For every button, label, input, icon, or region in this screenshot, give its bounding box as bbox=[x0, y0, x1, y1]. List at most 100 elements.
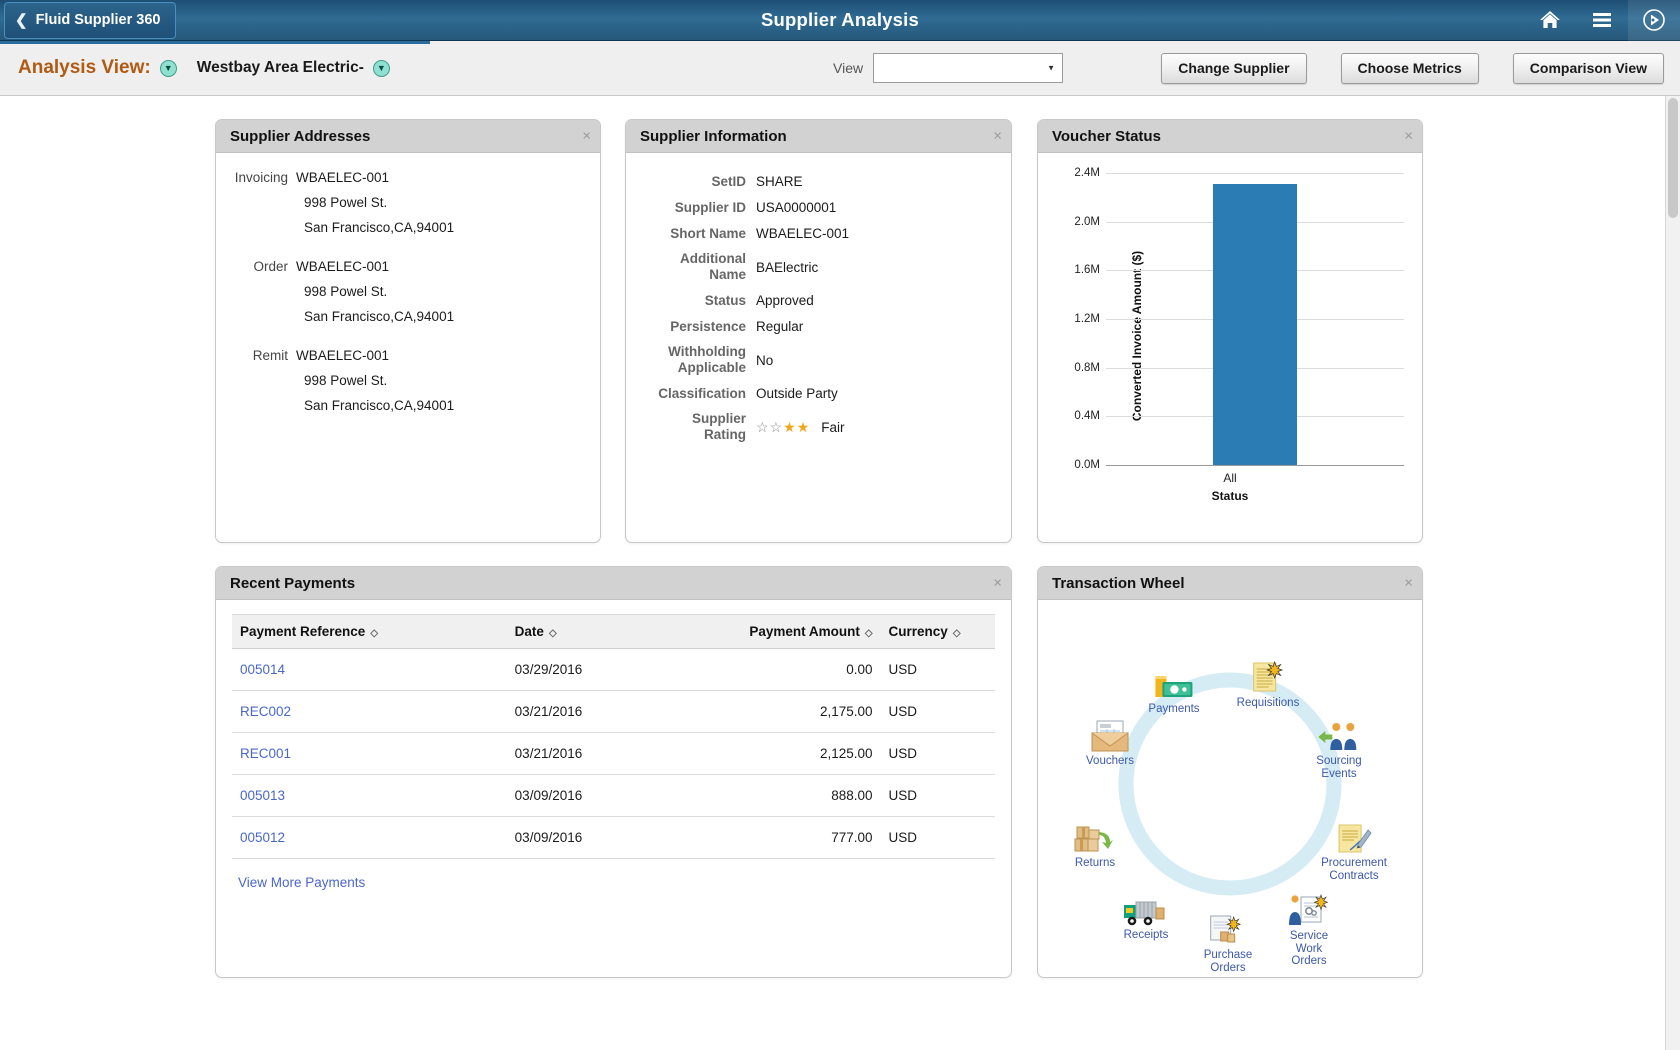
info-label: Status bbox=[640, 292, 756, 309]
sort-arrows-icon[interactable]: ◇ bbox=[865, 628, 873, 639]
close-icon[interactable]: × bbox=[1404, 576, 1413, 591]
info-value: USA0000001 bbox=[756, 200, 836, 215]
hamburger-menu-icon[interactable] bbox=[1576, 0, 1628, 41]
payments-table: Payment Reference◇ Date◇ Payment Amount◇… bbox=[232, 614, 995, 859]
sort-arrows-icon[interactable]: ◇ bbox=[370, 628, 378, 639]
view-select[interactable] bbox=[873, 53, 1063, 83]
column-header-date[interactable]: Date◇ bbox=[507, 615, 698, 649]
navbar-compass-icon[interactable] bbox=[1628, 0, 1680, 41]
change-supplier-button[interactable]: Change Supplier bbox=[1161, 53, 1306, 84]
wheel-node-label: Receipts bbox=[1122, 929, 1170, 942]
scrollbar-thumb[interactable] bbox=[1668, 98, 1678, 218]
info-row-supplier-rating: Supplier Rating ☆ ☆ ★ ★ Fair bbox=[640, 411, 997, 443]
column-header-payment-amount[interactable]: Payment Amount◇ bbox=[697, 615, 880, 649]
info-row: Status Approved bbox=[640, 292, 997, 309]
service-worker-icon bbox=[1287, 891, 1331, 929]
address-block: Remit WBAELEC-001 998 Powel St. San Fran… bbox=[230, 343, 586, 418]
wheel-node-procurement-contracts[interactable]: Procurement Contracts bbox=[1321, 818, 1387, 882]
panel-body: Payments bbox=[1038, 600, 1422, 967]
cell-currency: USD bbox=[881, 733, 995, 775]
address-city: San Francisco,CA,94001 bbox=[304, 215, 586, 240]
chart-bar[interactable] bbox=[1213, 184, 1296, 465]
panel-body: SetID SHARE Supplier ID USA0000001 Short… bbox=[626, 153, 1011, 464]
sort-arrows-icon[interactable]: ◇ bbox=[549, 628, 557, 639]
table-row: REC002 03/21/2016 2,175.00 USD bbox=[232, 691, 995, 733]
panel-title-transaction-wheel: Transaction Wheel bbox=[1052, 575, 1185, 592]
rating-group: ☆ ☆ ★ ★ Fair bbox=[756, 419, 845, 436]
panel-title-supplier-information: Supplier Information bbox=[640, 128, 787, 145]
wheel-node-label: Vouchers bbox=[1086, 755, 1134, 768]
info-row: Withholding Applicable No bbox=[640, 344, 997, 376]
info-row: Supplier ID USA0000001 bbox=[640, 199, 997, 216]
wheel-node-receipts[interactable]: Receipts bbox=[1122, 890, 1170, 942]
column-header-payment-reference[interactable]: Payment Reference◇ bbox=[232, 615, 507, 649]
view-more-payments-link[interactable]: View More Payments bbox=[238, 875, 365, 890]
chart-y-tick-label: 0.4M bbox=[1074, 410, 1100, 422]
back-button[interactable]: ❮ Fluid Supplier 360 bbox=[4, 2, 176, 39]
cell-date: 03/29/2016 bbox=[507, 649, 698, 691]
wheel-node-returns[interactable]: Returns bbox=[1073, 818, 1117, 870]
payment-reference-link[interactable]: 005012 bbox=[240, 830, 285, 845]
column-header-currency[interactable]: Currency◇ bbox=[881, 615, 995, 649]
payment-reference-link[interactable]: 005013 bbox=[240, 788, 285, 803]
back-chevron-icon: ❮ bbox=[15, 13, 28, 28]
cell-payment-reference: REC002 bbox=[232, 691, 507, 733]
cell-currency: USD bbox=[881, 691, 995, 733]
voucher-envelope-icon bbox=[1086, 716, 1134, 754]
payment-reference-link[interactable]: 005014 bbox=[240, 662, 285, 677]
sort-arrows-icon[interactable]: ◇ bbox=[953, 628, 961, 639]
panel-header: Supplier Addresses × bbox=[216, 120, 600, 153]
address-row: Invoicing WBAELEC-001 bbox=[230, 165, 586, 190]
wheel-node-payments[interactable]: Payments bbox=[1148, 664, 1199, 716]
requisition-document-icon bbox=[1237, 658, 1300, 696]
close-icon[interactable]: × bbox=[993, 576, 1002, 591]
table-row: 005014 03/29/2016 0.00 USD bbox=[232, 649, 995, 691]
panel-recent-payments: Recent Payments × Payment Reference◇ Dat… bbox=[215, 566, 1012, 978]
table-row: 005013 03/09/2016 888.00 USD bbox=[232, 775, 995, 817]
cell-payment-amount: 888.00 bbox=[697, 775, 880, 817]
wheel-node-vouchers[interactable]: Vouchers bbox=[1086, 716, 1134, 768]
table-header: Payment Reference◇ Date◇ Payment Amount◇… bbox=[232, 615, 995, 649]
close-icon[interactable]: × bbox=[582, 129, 591, 144]
back-button-label: Fluid Supplier 360 bbox=[36, 12, 161, 28]
cell-currency: USD bbox=[881, 775, 995, 817]
comparison-view-button[interactable]: Comparison View bbox=[1513, 53, 1664, 84]
supplier-name-label: Westbay Area Electric- bbox=[197, 59, 364, 77]
wheel-node-requisitions[interactable]: Requisitions bbox=[1237, 658, 1300, 710]
dashboard-content: Supplier Addresses × Invoicing WBAELEC-0… bbox=[0, 96, 1680, 1050]
cell-date: 03/21/2016 bbox=[507, 733, 698, 775]
panel-voucher-status: Voucher Status × Converted Invoice Amoun… bbox=[1037, 119, 1423, 543]
page-title: Supplier Analysis bbox=[0, 0, 1680, 40]
chart-y-tick-label: 1.6M bbox=[1074, 264, 1100, 276]
wheel-node-service-work-orders[interactable]: Service Work Orders bbox=[1287, 891, 1331, 968]
view-select-wrap: ▼ bbox=[873, 53, 1063, 83]
wheel-node-sourcing-events[interactable]: Sourcing Events bbox=[1316, 716, 1361, 780]
chart-gridline: 0.0M bbox=[1106, 465, 1404, 466]
supplier-dropdown-icon[interactable]: ▼ bbox=[373, 60, 390, 77]
close-icon[interactable]: × bbox=[1404, 129, 1413, 144]
address-name: WBAELEC-001 bbox=[296, 254, 389, 279]
panel-transaction-wheel: Transaction Wheel × bbox=[1037, 566, 1423, 978]
view-selector-group: View ▼ bbox=[833, 41, 1063, 95]
analysis-view-dropdown-icon[interactable]: ▼ bbox=[160, 60, 177, 77]
payment-reference-link[interactable]: REC001 bbox=[240, 746, 291, 761]
cell-payment-amount: 2,125.00 bbox=[697, 733, 880, 775]
panel-header: Transaction Wheel × bbox=[1038, 567, 1422, 600]
address-name: WBAELEC-001 bbox=[296, 343, 389, 368]
choose-metrics-button[interactable]: Choose Metrics bbox=[1341, 53, 1479, 84]
header-icon-group bbox=[1524, 0, 1680, 40]
address-list: Invoicing WBAELEC-001 998 Powel St. San … bbox=[230, 165, 586, 418]
panel-body: Invoicing WBAELEC-001 998 Powel St. San … bbox=[216, 153, 600, 444]
chart-y-tick-label: 0.0M bbox=[1074, 459, 1100, 471]
panel-header: Voucher Status × bbox=[1038, 120, 1422, 153]
close-icon[interactable]: × bbox=[993, 129, 1002, 144]
wheel-node-purchase-orders[interactable]: Purchase Orders bbox=[1204, 910, 1253, 974]
cell-currency: USD bbox=[881, 817, 995, 859]
page-scrollbar[interactable] bbox=[1665, 96, 1680, 1050]
info-value: Approved bbox=[756, 293, 814, 308]
home-icon[interactable] bbox=[1524, 0, 1576, 41]
info-value: Regular bbox=[756, 319, 803, 334]
payment-reference-link[interactable]: REC002 bbox=[240, 704, 291, 719]
address-block: Invoicing WBAELEC-001 998 Powel St. San … bbox=[230, 165, 586, 240]
chart-x-axis-label: Status bbox=[1048, 489, 1412, 503]
